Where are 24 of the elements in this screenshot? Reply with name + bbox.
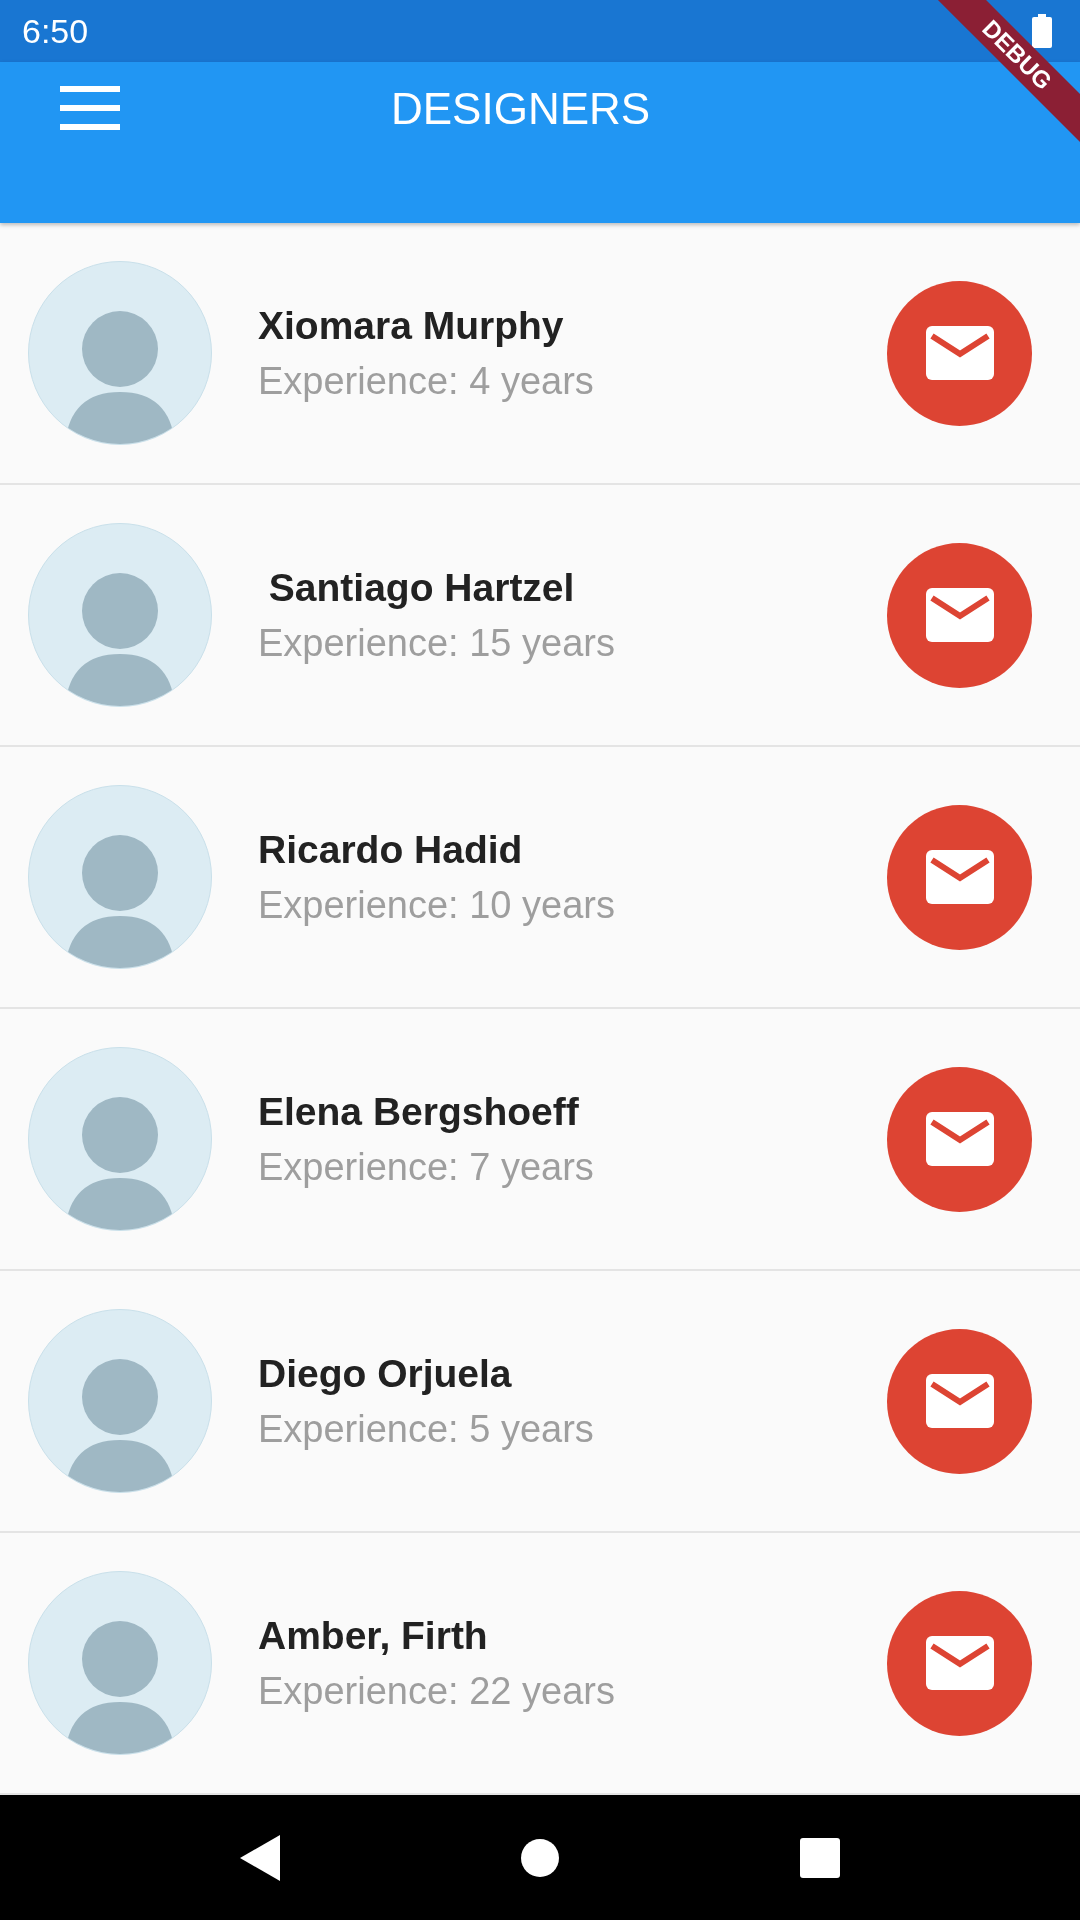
mail-icon [925, 1374, 994, 1428]
mail-icon [925, 1636, 994, 1690]
recents-button[interactable] [800, 1837, 840, 1878]
experience-text: Experience: 15 years [258, 621, 616, 665]
back-button[interactable] [240, 1834, 280, 1881]
designer-name: Ricardo Hadid [258, 827, 524, 872]
mail-icon [925, 850, 994, 904]
status-time: 6:50 [22, 11, 89, 51]
mail-icon [925, 1112, 994, 1166]
experience-text: Experience: 4 years [258, 359, 595, 403]
mail-icon [925, 588, 994, 642]
designer-name: Diego Orjuela [258, 1351, 513, 1396]
designer-name: Elena Bergshoeff [258, 1089, 580, 1134]
designer-name: Amber, Firth [258, 1613, 489, 1658]
mail-icon [925, 326, 994, 380]
experience-text: Experience: 7 years [258, 1145, 595, 1189]
menu-button[interactable] [60, 86, 120, 130]
home-button[interactable] [520, 1837, 560, 1878]
designer-name: Santiago Hartzel [267, 565, 576, 610]
experience-text: Experience: 22 years [258, 1669, 616, 1713]
designer-name: Xiomara Murphy [258, 303, 565, 348]
experience-text: Experience: 10 years [258, 883, 616, 927]
experience-text: Experience: 5 years [258, 1407, 595, 1451]
app-title: DESIGNERS [391, 84, 651, 134]
